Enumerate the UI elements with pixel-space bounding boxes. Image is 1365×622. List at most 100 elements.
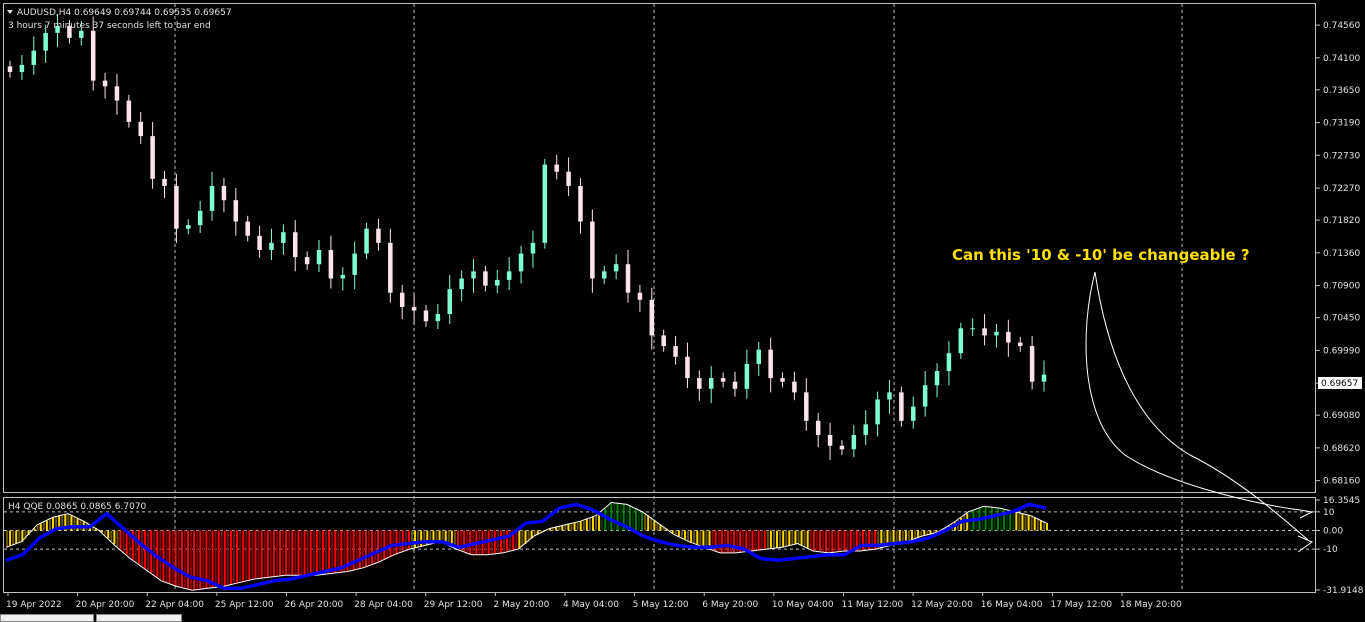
candle-bull (1041, 374, 1047, 382)
time-tick-label: 25 Apr 12:00 (215, 600, 274, 610)
histogram-bar (410, 530, 413, 549)
histogram-bar (791, 530, 794, 546)
histogram-bar (785, 530, 788, 547)
histogram-bar (705, 530, 708, 548)
histogram-bar (165, 530, 168, 583)
time-tick-label: 6 May 20:00 (702, 600, 758, 610)
histogram-bar (595, 515, 598, 531)
candle-bull (209, 185, 215, 211)
candle-bear (102, 80, 108, 87)
candle-bear (982, 328, 987, 336)
histogram-bar (79, 519, 82, 531)
histogram-bar (321, 530, 324, 575)
histogram-bar (223, 530, 226, 587)
histogram-bar (702, 530, 705, 547)
histogram-bar (226, 530, 229, 586)
time-tick-label: 4 May 04:00 (563, 600, 619, 610)
histogram-bar (818, 530, 821, 552)
histogram-bar (407, 530, 410, 550)
price-tick-label: 0.68620 (1323, 444, 1360, 454)
histogram-bar (257, 530, 260, 579)
candle-bull (31, 50, 37, 65)
histogram-bar (683, 530, 686, 540)
histogram-bar (825, 530, 828, 553)
candle-bear (7, 66, 13, 73)
histogram-bar (48, 519, 51, 531)
histogram-bar (610, 503, 613, 531)
qqe-indicator (4, 501, 1315, 591)
histogram-bar (502, 530, 505, 553)
candle-bear (732, 381, 738, 389)
histogram-bar (371, 530, 374, 565)
candle-bear (292, 232, 298, 258)
candle-bull (994, 331, 999, 336)
histogram-bar (251, 530, 254, 580)
candle-bull (911, 406, 916, 421)
histogram-bar (217, 530, 220, 588)
indicator-tick-label: 0.00 (1323, 526, 1343, 536)
candle-bear (126, 100, 132, 122)
histogram-bar (303, 530, 306, 576)
histogram-bar (846, 530, 849, 552)
candle-bear (1017, 342, 1023, 347)
histogram-bar (641, 511, 644, 531)
time-tick-label: 17 May 12:00 (1050, 600, 1112, 610)
histogram-bar (380, 530, 383, 562)
histogram-bar (1024, 514, 1027, 531)
candle-bear (780, 378, 785, 382)
histogram-bar (730, 530, 733, 553)
histogram-bar (325, 530, 328, 575)
histogram-bar (1012, 511, 1015, 531)
histogram-bar (769, 530, 772, 549)
histogram-bar (315, 530, 318, 576)
candle-bear (720, 378, 726, 382)
histogram-bar (183, 530, 186, 589)
histogram-bar (168, 530, 171, 584)
candle-bull (613, 264, 619, 272)
candle-bear (792, 381, 797, 393)
histogram-bar (999, 508, 1002, 531)
histogram-bar (300, 530, 303, 576)
histogram-outline (5, 501, 1047, 591)
histogram-bar (1021, 513, 1024, 531)
candle-bull (495, 279, 500, 286)
histogram-bar (754, 530, 757, 551)
histogram-bar (254, 530, 257, 579)
candle-bull (875, 399, 880, 425)
indicator-info: H4 QQE 0.0865 0.0865 6.7070 (8, 502, 147, 512)
histogram-bar (751, 530, 754, 551)
histogram-bar (174, 530, 177, 586)
dropdown-arrow-icon[interactable] (7, 10, 13, 14)
candle-bear (114, 86, 120, 101)
histogram-bar (864, 530, 867, 551)
time-axis: 19 Apr 2022 20 Apr 20:00 22 Apr 04:00 25 Ap… (6, 592, 1182, 610)
histogram-bar (723, 530, 726, 553)
histogram-bar (39, 523, 42, 531)
time-tick-label: 22 Apr 04:00 (145, 600, 204, 610)
histogram-bar (266, 530, 269, 578)
chart-tab-2[interactable] (96, 614, 182, 622)
candle-bull (744, 363, 750, 389)
histogram-bar (496, 530, 499, 554)
candle-bear (649, 299, 655, 336)
histogram-bar (521, 530, 524, 547)
candle-bull (946, 353, 952, 371)
histogram-bar (383, 530, 386, 560)
histogram-bar (42, 522, 45, 531)
histogram-bar (377, 530, 380, 563)
histogram-bar (269, 530, 272, 578)
candle-bear (804, 392, 809, 421)
price-tick-label: 0.72730 (1323, 151, 1360, 161)
time-tick-label: 16 May 04:00 (981, 600, 1043, 610)
histogram-bar (214, 530, 217, 588)
histogram-bar (233, 530, 236, 585)
histogram-bar (15, 530, 18, 544)
histogram-bar (490, 530, 493, 555)
histogram-bar (582, 520, 585, 531)
chart-canvas[interactable]: 0.74560 0.74100 0.73650 0.73190 0.72730 0.722… (0, 0, 1365, 620)
candle-bear (625, 264, 631, 293)
histogram-bar (591, 516, 594, 531)
chart-tab-1[interactable] (0, 614, 94, 622)
candle-bear (768, 349, 773, 379)
histogram-bar (309, 530, 312, 576)
